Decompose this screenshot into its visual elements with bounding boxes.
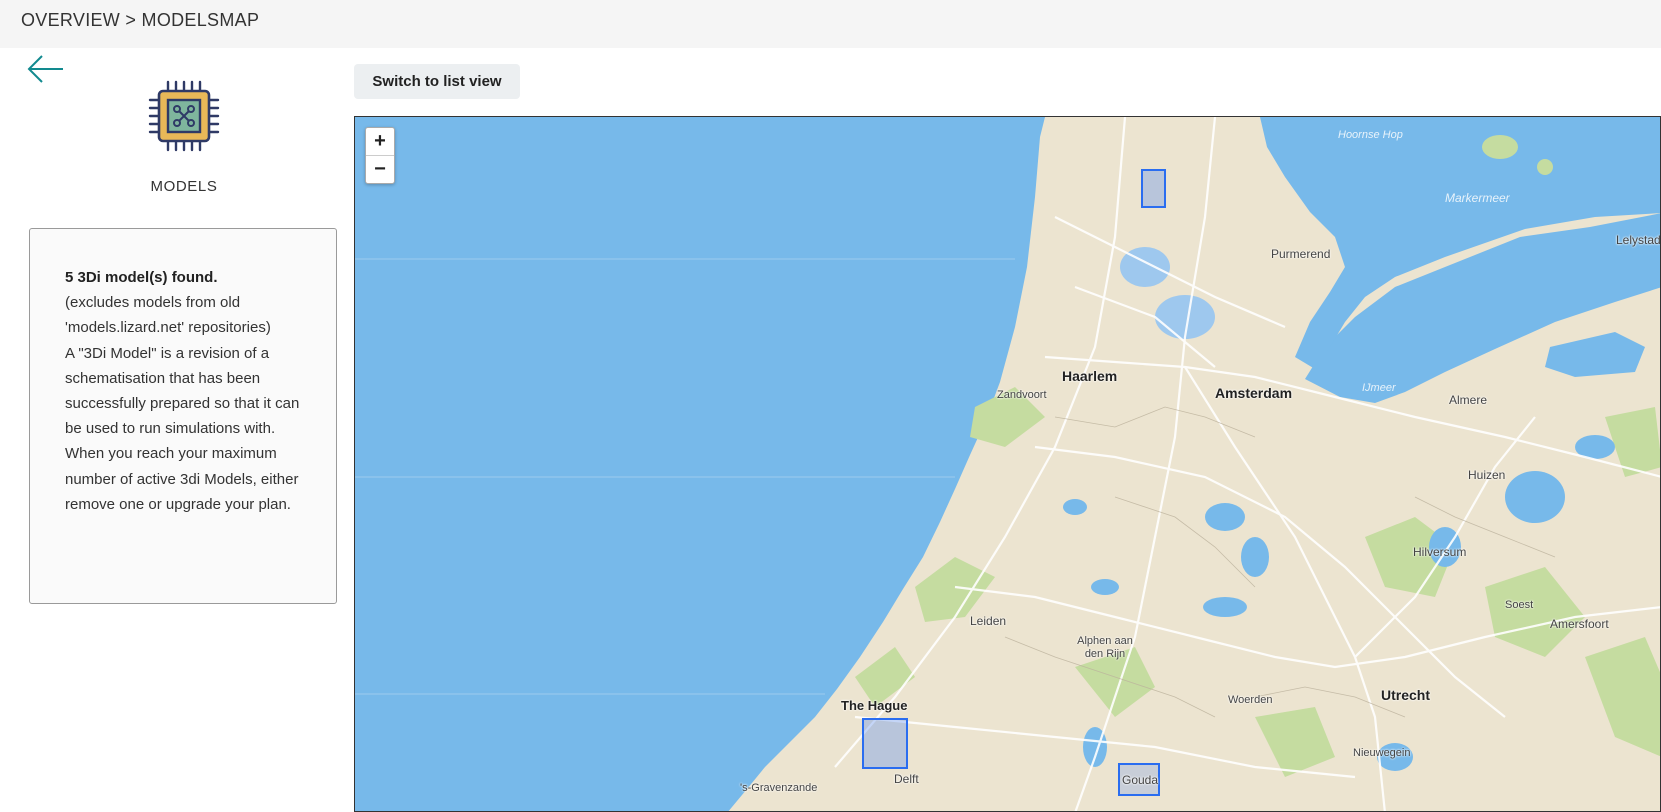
chip-icon [148, 80, 220, 152]
map-label-almere: Almere [1449, 393, 1488, 407]
map-label-delft: Delft [894, 772, 919, 786]
breadcrumb-separator: > [125, 10, 137, 30]
map-label-utrecht: Utrecht [1381, 687, 1431, 703]
info-definition-text: A "3Di Model" is a revision of a schemat… [65, 344, 300, 438]
breadcrumb-overview-link[interactable]: OVERVIEW [21, 10, 120, 30]
zoom-control: + − [365, 127, 395, 184]
map-label-amsterdam: Amsterdam [1215, 385, 1293, 401]
map-label-purmerend: Purmerend [1271, 247, 1331, 261]
arrow-left-icon [27, 55, 63, 83]
map-label-alphen-aan-den-rijn: Alphen aan den Rijn [1077, 635, 1133, 660]
model-extent-marker[interactable]: Gouda [1118, 763, 1160, 796]
breadcrumb-current: MODELSMAP [141, 10, 260, 30]
top-bar: OVERVIEW > MODELSMAP [0, 0, 1661, 48]
models-section-label: MODELS [150, 178, 218, 195]
map-label-zandvoort: Zandvoort [997, 389, 1047, 401]
map-label-hoornse-hop: Hoornse Hop [1338, 129, 1403, 141]
map-label-gouda: Gouda [1122, 773, 1159, 787]
map-base-layer [355, 117, 1660, 811]
map-label-ijmeer: IJmeer [1362, 382, 1396, 394]
map-label-markermeer: Markermeer [1445, 191, 1510, 205]
info-excludes-text: (excludes models from old 'models.lizard… [65, 294, 271, 337]
map-label-amersfoort: Amersfoort [1550, 617, 1609, 631]
models-map[interactable]: + − Hoornse Hop Markermeer Lelystad Purm… [354, 116, 1661, 812]
model-extent-marker[interactable] [1141, 169, 1166, 208]
map-label-hilversum: Hilversum [1413, 545, 1467, 559]
model-count-text: 5 3Di model(s) found. [65, 269, 218, 286]
zoom-out-button[interactable]: − [366, 156, 394, 183]
breadcrumb: OVERVIEW > MODELSMAP [21, 10, 259, 31]
map-label-gravenzande: 's-Gravenzande [740, 782, 818, 794]
map-label-lelystad: Lelystad [1616, 233, 1661, 247]
map-label-huizen: Huizen [1468, 468, 1506, 482]
info-panel: 5 3Di model(s) found. (excludes models f… [29, 228, 337, 604]
map-label-leiden: Leiden [970, 614, 1007, 628]
zoom-in-button[interactable]: + [366, 128, 394, 156]
info-limit-text: When you reach your maximum number of ac… [65, 445, 299, 513]
model-extent-marker[interactable] [862, 718, 908, 769]
map-label-haarlem: Haarlem [1062, 368, 1118, 384]
map-label-nieuwegein: Nieuwegein [1353, 747, 1411, 759]
map-label-the-hague: The Hague [841, 698, 908, 713]
back-button[interactable] [26, 52, 66, 86]
map-label-woerden: Woerden [1228, 694, 1273, 706]
map-label-soest: Soest [1505, 599, 1534, 611]
switch-to-list-view-button[interactable]: Switch to list view [354, 64, 520, 99]
